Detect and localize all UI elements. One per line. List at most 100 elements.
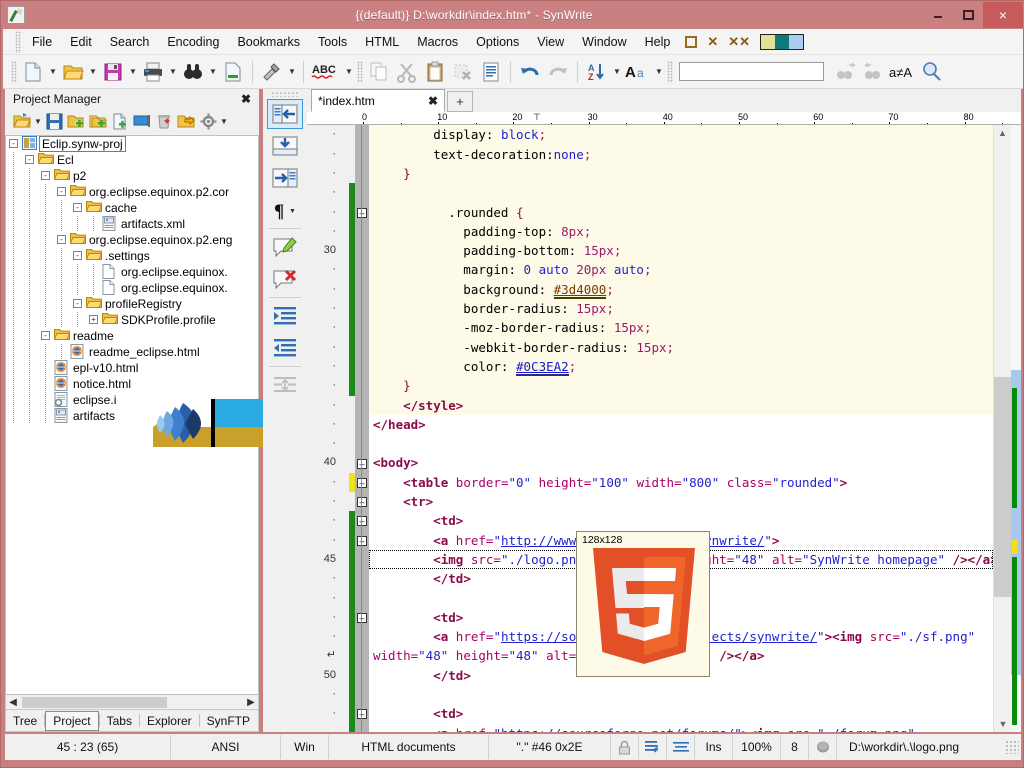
char-info-status[interactable]: "." #46 0x2E bbox=[489, 735, 611, 759]
menu-bookmarks[interactable]: Bookmarks bbox=[228, 32, 309, 52]
code-line[interactable]: <body> bbox=[369, 453, 993, 472]
print-dropdown-icon[interactable]: ▼ bbox=[167, 58, 179, 86]
close-document-icon[interactable]: ✕ bbox=[707, 34, 718, 50]
tree-item-eclip-synw-proj[interactable]: - Eclip.synw-proj bbox=[6, 136, 258, 152]
tree-item-org-eclipse-equinox-p2-eng[interactable]: - org.eclipse.equinox.p2.eng bbox=[6, 232, 258, 248]
goto-line-button[interactable] bbox=[219, 58, 247, 86]
delete-item-button[interactable] bbox=[153, 110, 175, 132]
fold-toggle-icon[interactable]: – bbox=[357, 477, 367, 488]
open-file-button[interactable] bbox=[59, 58, 87, 86]
find-button[interactable] bbox=[179, 58, 207, 86]
code-line[interactable]: padding-top: 8px; bbox=[369, 221, 993, 242]
menu-macros[interactable]: Macros bbox=[408, 32, 467, 52]
code-line[interactable]: } bbox=[369, 376, 993, 396]
tree-item-p2[interactable]: - p2 bbox=[6, 168, 258, 184]
scroll-right-icon[interactable]: ▶ bbox=[244, 697, 258, 708]
tree-item-epl-v10-html[interactable]: epl-v10.html bbox=[6, 360, 258, 376]
encoding-status[interactable]: ANSI bbox=[171, 735, 281, 759]
spellcheck-dropdown-icon[interactable]: ▼ bbox=[343, 58, 355, 86]
tree-toggle-icon[interactable]: - bbox=[22, 152, 38, 168]
menu-search[interactable]: Search bbox=[101, 32, 159, 52]
tree-item-org-eclipse-equinox-[interactable]: org.eclipse.equinox. bbox=[6, 264, 258, 280]
code-line[interactable] bbox=[369, 685, 993, 704]
change-case-button[interactable]: Aa bbox=[623, 58, 653, 86]
tree-item-artifacts-xml[interactable]: artifacts.xml bbox=[6, 216, 258, 232]
save-project-button[interactable] bbox=[43, 110, 65, 132]
code-line[interactable]: -webkit-border-radius: 15px; bbox=[369, 337, 993, 357]
menu-options[interactable]: Options bbox=[467, 32, 528, 52]
editor-minimap-markers[interactable] bbox=[1011, 125, 1021, 732]
tree-toggle-icon[interactable]: - bbox=[54, 184, 70, 200]
indent-block-button[interactable] bbox=[267, 301, 303, 331]
scroll-thumb[interactable] bbox=[22, 696, 167, 708]
dock-tab-explorer[interactable]: Explorer bbox=[140, 712, 199, 730]
dock-tab-tabs[interactable]: Tabs bbox=[100, 712, 139, 730]
menu-tools[interactable]: Tools bbox=[309, 32, 356, 52]
find-bar-grip[interactable] bbox=[667, 60, 673, 83]
close-all-documents-icon[interactable]: ✕✕ bbox=[728, 34, 750, 50]
toggle-left-panel-button[interactable] bbox=[267, 99, 303, 129]
spellcheck-button[interactable]: ABC bbox=[309, 58, 343, 86]
tree-item-org-eclipse-equinox-[interactable]: org.eclipse.equinox. bbox=[6, 280, 258, 296]
tree-item-sdkprofile-profile[interactable]: + SDKProfile.profile bbox=[6, 312, 258, 328]
show-special-chars-button[interactable]: ¶ ▼ bbox=[267, 195, 303, 225]
new-tab-button[interactable]: + bbox=[447, 91, 473, 112]
code-line[interactable]: </style> bbox=[369, 395, 993, 415]
match-case-icon[interactable]: a≠A bbox=[888, 58, 918, 86]
color-swatches-icon[interactable] bbox=[760, 33, 805, 50]
remove-comment-button[interactable] bbox=[267, 264, 303, 294]
undo-button[interactable] bbox=[516, 58, 544, 86]
fold-toggle-icon[interactable]: – bbox=[357, 709, 367, 720]
fold-toggle-icon[interactable]: – bbox=[357, 516, 367, 527]
maximize-button[interactable] bbox=[953, 4, 983, 26]
tree-item-profileregistry[interactable]: - profileRegistry bbox=[6, 296, 258, 312]
tree-toggle-icon[interactable]: - bbox=[6, 136, 22, 152]
menu-file[interactable]: File bbox=[23, 32, 61, 52]
dock-tab-project[interactable]: Project bbox=[45, 710, 99, 731]
code-line[interactable]: text-decoration:none; bbox=[369, 144, 993, 164]
open-project-dropdown-icon[interactable]: ▼ bbox=[33, 107, 43, 135]
tree-item-readme[interactable]: - readme bbox=[6, 328, 258, 344]
close-panel-icon[interactable]: ✖ bbox=[237, 92, 255, 106]
fold-toggle-icon[interactable]: – bbox=[357, 612, 367, 623]
add-comment-button[interactable] bbox=[267, 232, 303, 262]
close-button[interactable]: × bbox=[983, 2, 1023, 28]
tree-toggle-icon[interactable]: - bbox=[70, 248, 86, 264]
tree-toggle-icon[interactable]: - bbox=[70, 200, 86, 216]
sort-dropdown-icon[interactable]: ▼ bbox=[611, 58, 623, 86]
scroll-down-icon[interactable]: ▼ bbox=[994, 716, 1012, 732]
open-project-button[interactable] bbox=[11, 110, 33, 132]
copy-button[interactable] bbox=[365, 58, 393, 86]
tab-size-status[interactable]: 8 bbox=[781, 735, 809, 759]
tree-toggle-icon[interactable]: - bbox=[38, 168, 54, 184]
project-settings-button[interactable] bbox=[197, 110, 219, 132]
code-line[interactable]: <tr> bbox=[369, 492, 993, 511]
toggle-bottom-panel-button[interactable] bbox=[267, 131, 303, 161]
delete-button[interactable] bbox=[449, 58, 477, 86]
bookmark-column[interactable] bbox=[341, 125, 349, 732]
scroll-left-icon[interactable]: ◀ bbox=[6, 697, 20, 708]
select-all-button[interactable] bbox=[477, 58, 505, 86]
cut-button[interactable] bbox=[393, 58, 421, 86]
side-toolbar-grip[interactable] bbox=[271, 91, 299, 97]
rename-item-button[interactable] bbox=[131, 110, 153, 132]
vertical-scroll-thumb[interactable] bbox=[994, 377, 1011, 598]
tree-item-org-eclipse-equinox-p2-cor[interactable]: - org.eclipse.equinox.p2.cor bbox=[6, 184, 258, 200]
change-case-dropdown-icon[interactable]: ▼ bbox=[653, 58, 665, 86]
wrap-lines-icon[interactable] bbox=[639, 735, 667, 759]
save-file-dropdown-icon[interactable]: ▼ bbox=[127, 58, 139, 86]
caret-position-status[interactable]: 45 : 23 (65) bbox=[5, 735, 171, 759]
find-dropdown-icon[interactable]: ▼ bbox=[207, 58, 219, 86]
tree-item--settings[interactable]: - .settings bbox=[6, 248, 258, 264]
tree-horizontal-scrollbar[interactable]: ◀ ▶ bbox=[5, 695, 259, 710]
fold-toggle-icon[interactable]: – bbox=[357, 458, 367, 469]
vertical-scrollbar[interactable]: ▲ ▼ bbox=[993, 125, 1011, 732]
tree-toggle-icon[interactable]: - bbox=[38, 328, 54, 344]
line-endings-status[interactable]: Win bbox=[281, 735, 329, 759]
code-line[interactable]: </head> bbox=[369, 415, 993, 434]
tools-dropdown-icon[interactable]: ▼ bbox=[286, 58, 298, 86]
menu-html[interactable]: HTML bbox=[356, 32, 408, 52]
menu-encoding[interactable]: Encoding bbox=[158, 32, 228, 52]
code-line[interactable]: } bbox=[369, 164, 993, 184]
new-file-button[interactable] bbox=[19, 58, 47, 86]
